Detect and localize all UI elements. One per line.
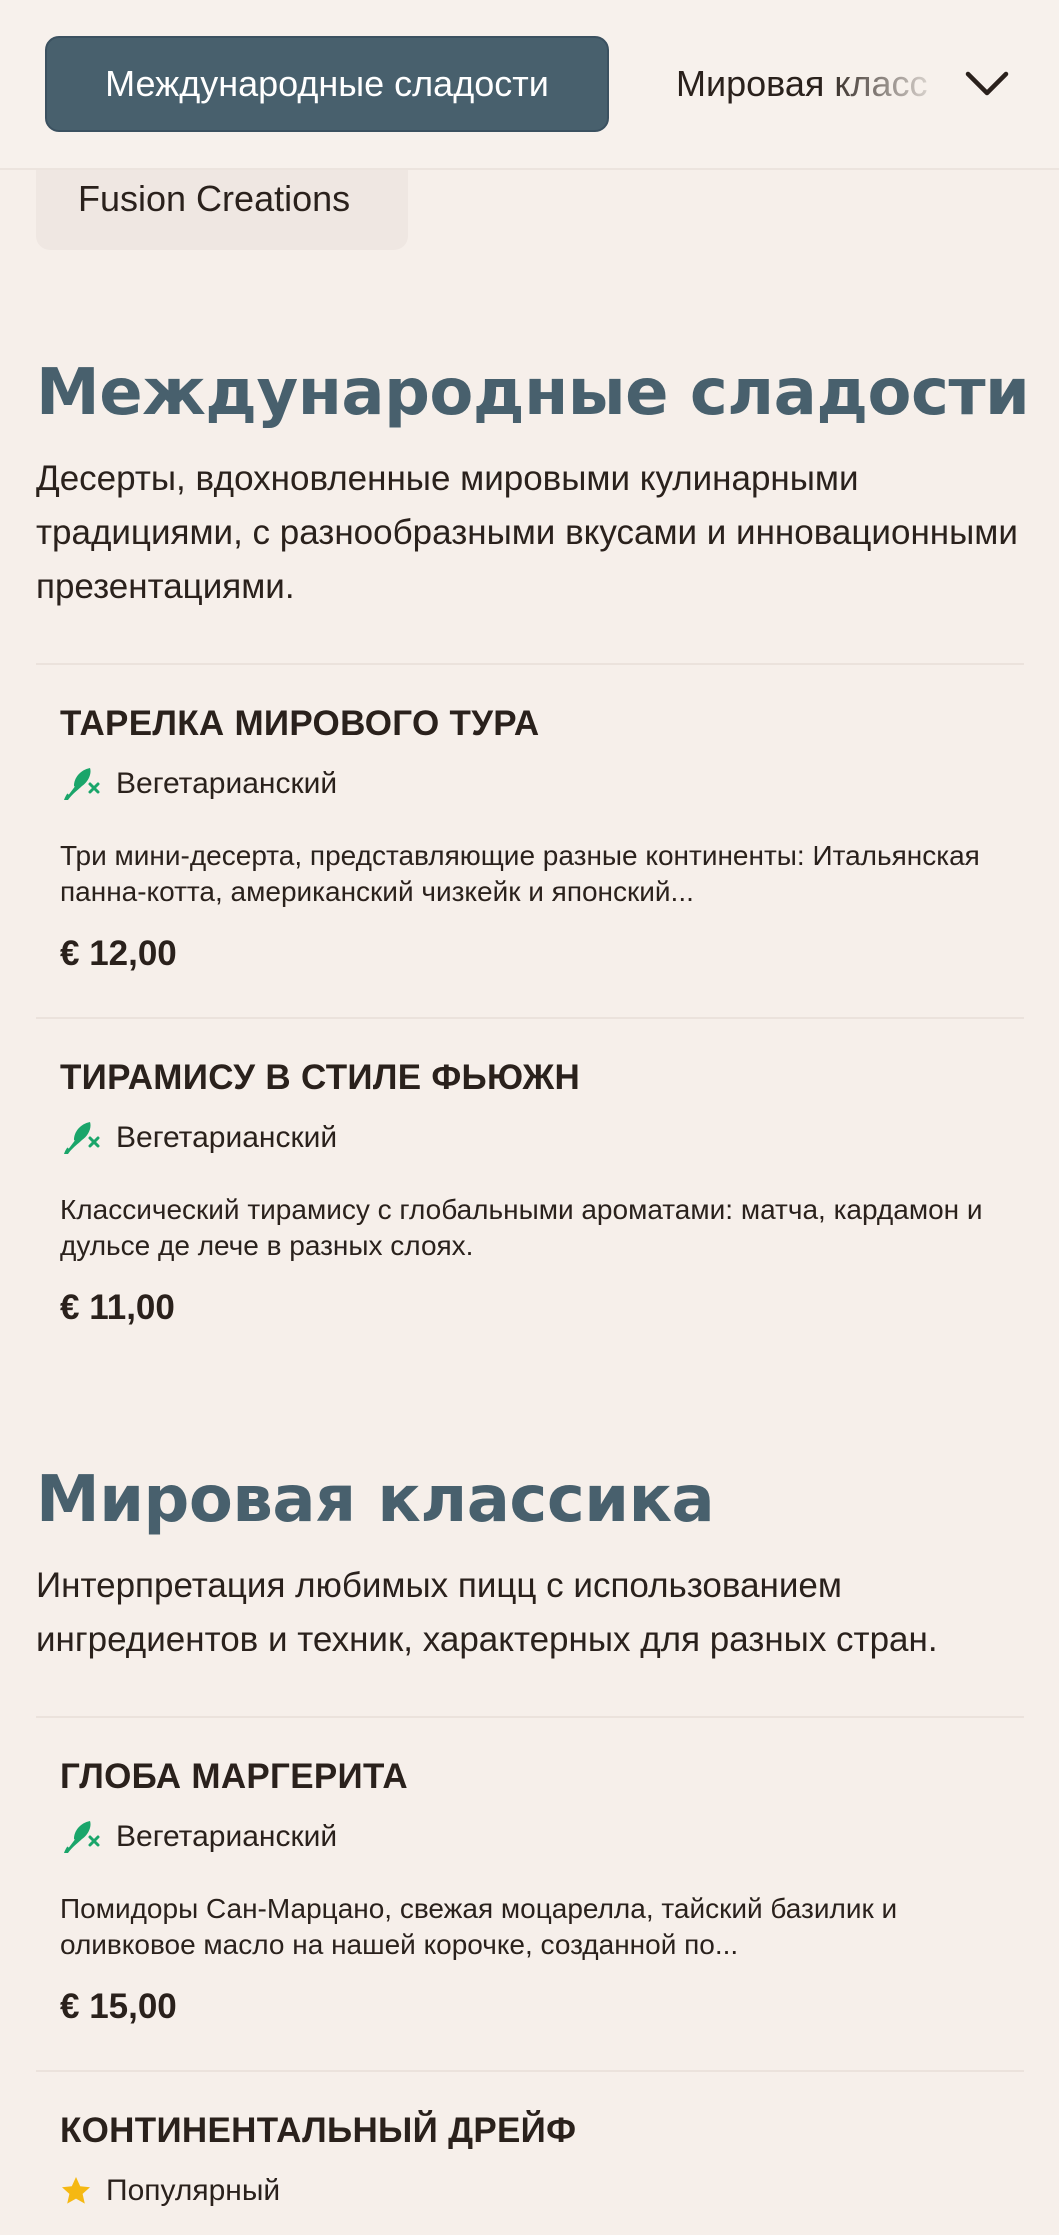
tab-international-sweets[interactable]: Международные сладости xyxy=(45,36,609,132)
item-price: € 15,00 xyxy=(60,1987,177,2026)
vegetarian-icon xyxy=(60,1817,102,1857)
category-nav-bar: Международные сладости Мировая класс xyxy=(0,0,1059,170)
section-title: Международные сладости xyxy=(36,356,1030,430)
divider xyxy=(36,1716,1024,1718)
divider xyxy=(36,1017,1024,1019)
item-tag-label: Вегетарианский xyxy=(116,1820,338,1853)
chevron-down-icon xyxy=(965,71,1009,96)
item-description: Три мини-десерта, представляющие разные … xyxy=(60,840,980,907)
vegetarian-icon xyxy=(60,1118,102,1158)
item-tag: Популярный xyxy=(60,2171,280,2211)
item-name: ТИРАМИСУ В СТИЛЕ ФЬЮЖН xyxy=(60,1058,581,1097)
section-description: Интерпретация любимых пицц с использован… xyxy=(36,1566,938,1659)
section-description: Десерты, вдохновленные мировыми кулинарн… xyxy=(36,459,1018,606)
item-tag: Вегетарианский xyxy=(60,1118,337,1158)
item-tag-label: Вегетарианский xyxy=(116,1121,338,1154)
star-icon xyxy=(60,2171,92,2211)
vegetarian-icon xyxy=(60,764,102,804)
item-name: КОНТИНЕНТАЛЬНЫЙ ДРЕЙФ xyxy=(60,2111,577,2150)
item-price: € 12,00 xyxy=(60,934,177,973)
item-price: € 11,00 xyxy=(60,1288,175,1327)
section-title: Мировая классика xyxy=(36,1463,715,1537)
divider xyxy=(36,2070,1024,2072)
item-description: Помидоры Сан-Марцано, свежая моцарелла, … xyxy=(60,1893,898,1960)
item-tag-label: Вегетарианский xyxy=(116,767,338,800)
item-tag-label: Популярный xyxy=(106,2174,281,2207)
item-name: ГЛОБА МАРГЕРИТА xyxy=(60,1757,408,1796)
item-tag: Вегетарианский xyxy=(60,1817,337,1857)
item-name: ТАРЕЛКА МИРОВОГО ТУРА xyxy=(60,704,540,743)
tab-world-classics[interactable]: Мировая класс xyxy=(676,36,946,132)
categories-dropdown-button[interactable] xyxy=(952,52,1022,116)
item-tag: Вегетарианский xyxy=(60,764,337,804)
divider xyxy=(36,663,1024,665)
item-description: Классический тирамису с глобальными аром… xyxy=(60,1194,983,1261)
